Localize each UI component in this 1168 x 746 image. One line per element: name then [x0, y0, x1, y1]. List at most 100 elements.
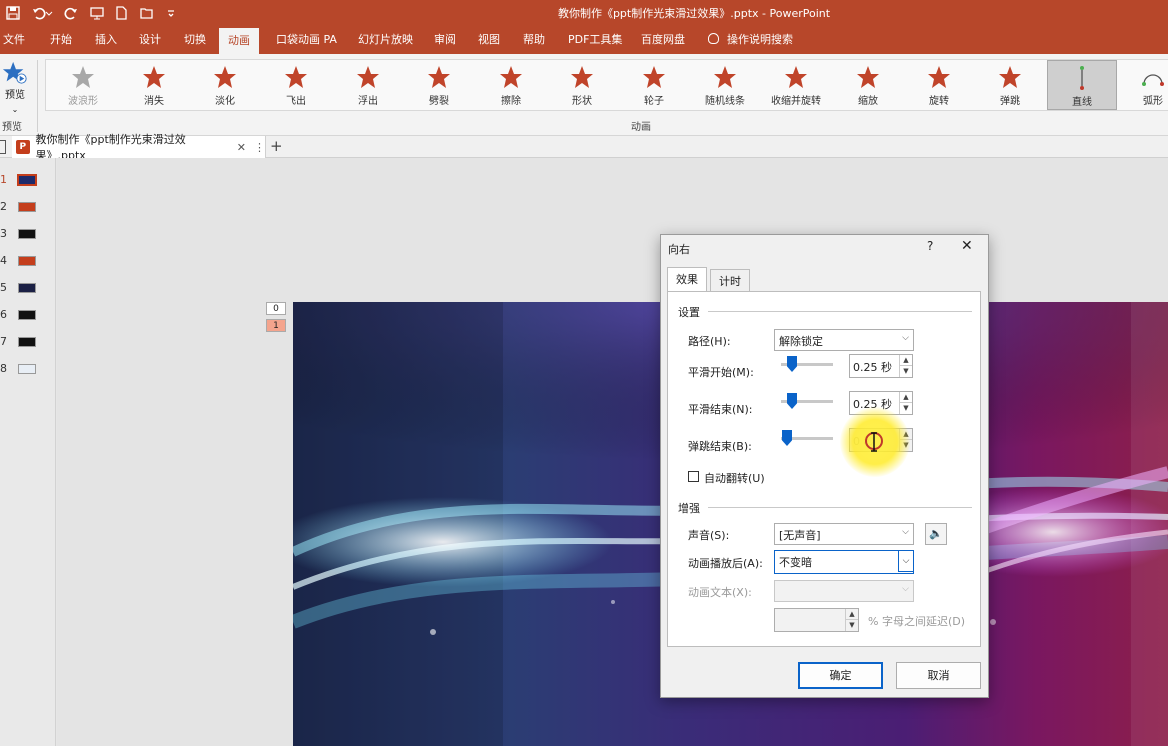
effect-wipe[interactable]: 擦除 — [476, 60, 546, 110]
tab-slideshow[interactable]: 幻灯片放映 — [358, 26, 413, 54]
effect-label: 消失 — [144, 96, 164, 107]
effect-disappear[interactable]: 消失 — [119, 60, 189, 110]
tab-baidu-netdisk[interactable]: 百度网盘 — [641, 26, 685, 54]
help-button[interactable]: ? — [927, 239, 933, 253]
close-tab-icon[interactable]: ✕ — [237, 141, 246, 154]
slide-thumbnail[interactable]: 5 — [0, 278, 56, 298]
tab-review[interactable]: 审阅 — [434, 26, 456, 54]
smooth-end-slider[interactable] — [781, 393, 833, 409]
bounce-end-label: 弹跳结束(B): — [688, 440, 752, 453]
tab-file[interactable]: 文件 — [3, 26, 25, 54]
settings-section-label: 设置 — [678, 306, 700, 319]
ok-button[interactable]: 确定 — [798, 662, 883, 689]
tab-insert[interactable]: 插入 — [95, 26, 117, 54]
effect-spin[interactable]: 旋转 — [904, 60, 974, 110]
speaker-icon[interactable]: 🔈 — [925, 523, 947, 545]
document-tab[interactable]: P 教你制作《ppt制作光束滑过效果》.pptx ✕ ⋮ — [12, 133, 266, 162]
effect-line[interactable]: 直线 — [1047, 60, 1117, 110]
letter-delay-spinner[interactable]: ▲ ▼ — [774, 608, 859, 632]
tab-effect[interactable]: 效果 — [667, 267, 707, 292]
tell-me-label: 操作说明搜索 — [727, 33, 793, 46]
tab-pocket-animation[interactable]: 口袋动画 PA — [276, 26, 337, 54]
effect-label: 淡化 — [215, 96, 235, 107]
tab-view[interactable]: 视图 — [478, 26, 500, 54]
path-dropdown[interactable]: 解除锁定 ⌵ — [774, 329, 914, 351]
wave-star-icon — [48, 64, 118, 90]
after-animation-label: 动画播放后(A): — [688, 557, 763, 570]
tab-home[interactable]: 开始 — [50, 26, 72, 54]
slide-thumbnail[interactable]: 8 — [0, 359, 56, 379]
effect-label: 劈裂 — [429, 96, 449, 107]
effect-split[interactable]: 劈裂 — [404, 60, 474, 110]
spin-down-icon[interactable]: ▼ — [899, 403, 912, 414]
spin-star-icon — [904, 64, 974, 90]
new-tab-button[interactable]: + — [270, 137, 283, 155]
smooth-start-spinner[interactable]: 0.25 秒 ▲ ▼ — [849, 354, 913, 378]
smooth-start-slider[interactable] — [781, 356, 833, 372]
slide-number: 7 — [0, 335, 7, 348]
effect-shrink-turn[interactable]: 收缩并旋转 — [761, 60, 831, 110]
tab-animations[interactable]: 动画 — [219, 28, 259, 54]
dialog-close-button[interactable]: ✕ — [961, 238, 973, 254]
disappear-star-icon — [119, 64, 189, 90]
animate-text-label: 动画文本(X): — [688, 586, 752, 599]
effect-wave[interactable]: 波浪形 — [48, 60, 118, 110]
effect-arc[interactable]: 弧形 — [1118, 60, 1168, 110]
preview-button[interactable]: 预览 ⌄ — [0, 58, 30, 114]
spin-down-icon[interactable]: ▼ — [845, 620, 858, 631]
text-cursor-icon — [865, 432, 883, 452]
slide-thumbnail[interactable]: 4 — [0, 251, 56, 271]
effect-random-bars[interactable]: 随机线条 — [690, 60, 760, 110]
slider-thumb[interactable] — [787, 393, 797, 409]
animate-text-dropdown[interactable]: ⌵ — [774, 580, 914, 602]
effect-fly-out[interactable]: 飞出 — [261, 60, 331, 110]
after-animation-dropdown[interactable]: 不变暗 ⌵ — [774, 550, 914, 574]
slide-number: 5 — [0, 281, 7, 294]
tab-pdf-tools[interactable]: PDF工具集 — [568, 26, 622, 54]
effect-float-out[interactable]: 浮出 — [333, 60, 403, 110]
slider-thumb[interactable] — [787, 356, 797, 372]
effect-zoom[interactable]: 缩放 — [833, 60, 903, 110]
group-separator — [37, 60, 38, 132]
slide-thumbnail[interactable]: 6 — [0, 305, 56, 325]
spin-up-icon[interactable]: ▲ — [845, 609, 858, 620]
tab-timing[interactable]: 计时 — [710, 269, 750, 291]
animation-order-badge[interactable]: 1 — [266, 319, 286, 332]
tab-help[interactable]: 帮助 — [523, 26, 545, 54]
tab-design[interactable]: 设计 — [139, 26, 161, 54]
spin-down-icon[interactable]: ▼ — [899, 366, 912, 377]
slide-thumbnail[interactable]: 2 — [0, 197, 56, 217]
smooth-end-label: 平滑结束(N): — [688, 403, 753, 416]
powerpoint-file-icon: P — [16, 140, 30, 154]
auto-reverse-checkbox[interactable] — [688, 471, 699, 482]
spin-up-icon[interactable]: ▲ — [899, 392, 912, 403]
effect-shape[interactable]: 形状 — [547, 60, 617, 110]
line-star-icon — [1048, 65, 1116, 91]
tab-transitions[interactable]: 切换 — [184, 26, 206, 54]
animation-order-badge[interactable]: 0 — [266, 302, 286, 315]
sound-dropdown[interactable]: [无声音] ⌵ — [774, 523, 914, 545]
tell-me-search[interactable]: 操作说明搜索 — [708, 26, 793, 54]
slide-thumbnail[interactable]: 7 — [0, 332, 56, 352]
effect-wheel[interactable]: 轮子 — [619, 60, 689, 110]
cancel-button[interactable]: 取消 — [896, 662, 981, 689]
shape-star-icon — [547, 64, 617, 90]
path-value: 解除锁定 — [779, 335, 823, 348]
slide-number: 6 — [0, 308, 7, 321]
slider-thumb[interactable] — [782, 430, 792, 446]
bounce-end-slider[interactable] — [781, 430, 833, 446]
menu-bar: 文件 开始 插入 设计 切换 动画 口袋动画 PA 幻灯片放映 审阅 视图 帮助… — [0, 26, 1168, 54]
slide-thumbnail[interactable]: 1 — [0, 170, 56, 190]
tab-more-icon[interactable]: ⋮ — [254, 141, 265, 154]
spin-up-icon[interactable]: ▲ — [899, 355, 912, 366]
slide-thumbnail-image — [17, 174, 37, 186]
animation-gallery: 波浪形 消失 淡化 飞出 浮出 劈裂 擦除 形状 轮子 随机线条 收缩并旋转 缩放 旋转 弹跳 直线 弧形 — [45, 59, 1168, 111]
fade-star-icon — [190, 64, 260, 90]
slide-thumbnail-pane: 1 2 3 4 5 6 7 8 — [0, 158, 56, 746]
powerpoint-window: 教你制作《ppt制作光束滑过效果》.pptx - PowerPoint 文件 开… — [0, 0, 1168, 746]
effect-fade[interactable]: 淡化 — [190, 60, 260, 110]
slide-thumbnail[interactable]: 3 — [0, 224, 56, 244]
effect-bounce[interactable]: 弹跳 — [975, 60, 1045, 110]
slide-number: 1 — [0, 173, 7, 186]
bounce-star-icon — [975, 64, 1045, 90]
